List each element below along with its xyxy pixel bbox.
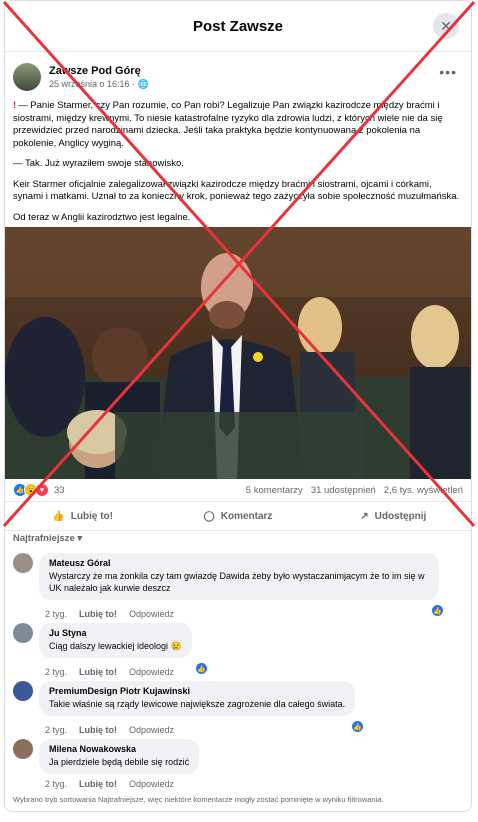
dialog-header: Post Zawsze ✕: [5, 1, 471, 52]
close-icon[interactable]: ✕: [433, 13, 459, 39]
comment-actions: 2 tyg. Lubię to! Odpowiedz: [45, 667, 174, 677]
commenter-name[interactable]: PremiumDesign Piotr Kujawinski: [49, 686, 345, 696]
comment-like-icon: 👍: [431, 604, 444, 617]
comment-like-button[interactable]: Lubię to!: [79, 667, 117, 677]
post-dialog: Post Zawsze ✕ Zawsze Pod Górę 25 wrześni…: [4, 0, 472, 812]
avatar[interactable]: [13, 623, 33, 643]
share-count[interactable]: 31 udostępnień: [311, 485, 376, 496]
author-name[interactable]: Zawsze Pod Górę: [49, 65, 149, 77]
comment-text: Wystarczy że ma żonkila czy tam gwiazdę …: [49, 571, 425, 593]
comment-bubble: Milena Nowakowska Ja pierdziele będą deb…: [39, 739, 200, 774]
comment-sort-dropdown[interactable]: Najtrafniejsze ▾: [13, 533, 82, 544]
post-body: ! — Panie Starmer, czy Pan rozumie, co Pa…: [5, 94, 471, 224]
post-paragraph: Od teraz w Anglii kazirodztwo jest legal…: [13, 211, 191, 223]
comment-actions: 2 tyg. Lubię to! Odpowiedz: [45, 609, 174, 619]
love-reaction-icon: ♥: [35, 483, 49, 497]
avatar[interactable]: [13, 739, 33, 759]
comment: Milena Nowakowska Ja pierdziele będą deb…: [13, 739, 200, 774]
comment-like-button[interactable]: Lubię to!: [79, 779, 117, 789]
post-header: Zawsze Pod Górę 25 września o 16:16 · 🌐 …: [5, 52, 471, 94]
reaction-summary: 👍 😮 ♥ 33 5 komentarzy 31 udostępnień 2,6…: [13, 483, 463, 497]
post-paragraph: — Tak. Już wyraziłem swoje stanowisko.: [13, 158, 184, 169]
comment-count[interactable]: 5 komentarzy: [246, 485, 303, 496]
comment-text: Takie właśnie są rządy lewicowe najwięks…: [49, 699, 346, 709]
post-photo[interactable]: [5, 227, 471, 479]
globe-icon: 🌐: [137, 78, 149, 89]
dialog-title: Post Zawsze: [192, 17, 284, 35]
reaction-count[interactable]: 33: [54, 485, 65, 496]
post-paragraph: ! — Panie Starmer, czy Pan rozumie, co Pa…: [13, 100, 443, 149]
share-icon: ↗: [360, 510, 369, 522]
comment: PremiumDesign Piotr Kujawinski Takie wła…: [13, 681, 356, 716]
share-button[interactable]: ↗ Udostępnij: [316, 502, 471, 530]
comment-like-icon: 👍: [351, 720, 364, 733]
comment: Ju Styna Ciąg dalszy lewackiej ideologi …: [13, 623, 192, 658]
comment-reply-button[interactable]: Odpowiedz: [129, 779, 174, 789]
comment-reply-button[interactable]: Odpowiedz: [129, 609, 174, 619]
author-avatar[interactable]: [13, 63, 41, 91]
commenter-name[interactable]: Mateusz Góral: [49, 558, 429, 568]
view-count: 2,6 tys. wyświetleń: [383, 484, 463, 496]
like-button[interactable]: 👍 Lubię to!: [5, 502, 160, 530]
thumbs-up-icon: 👍: [52, 510, 65, 522]
comment-text: Ciąg dalszy lewackiej ideologi 😢: [49, 641, 182, 651]
comment: Mateusz Góral Wystarczy że ma żonkila cz…: [13, 553, 439, 600]
commenter-name[interactable]: Milena Nowakowska: [49, 744, 189, 754]
comment-actions: 2 tyg. Lubię to! Odpowiedz: [45, 779, 174, 789]
sorting-note: Wybrano tryb sortowania Najtrafniejsze, …: [13, 795, 384, 804]
comment-icon: ◯: [203, 510, 215, 522]
post-paragraph: Keir Starmer oficjalnie zalegalizował zw…: [13, 178, 460, 203]
comment-bubble: PremiumDesign Piotr Kujawinski Takie wła…: [39, 681, 356, 716]
exclamation-icon: !: [13, 100, 17, 111]
more-options-icon[interactable]: •••: [439, 64, 457, 80]
comment-like-icon: 👍: [195, 662, 208, 675]
comment-button[interactable]: ◯ Komentarz: [160, 502, 315, 530]
post-actions: 👍 Lubię to! ◯ Komentarz ↗ Udostępnij: [5, 501, 471, 531]
comment-bubble: Ju Styna Ciąg dalszy lewackiej ideologi …: [39, 623, 192, 658]
comment-time[interactable]: 2 tyg.: [45, 609, 67, 619]
comment-text: Ja pierdziele będą debile się rodzić: [49, 757, 190, 767]
comment-bubble: Mateusz Góral Wystarczy że ma żonkila cz…: [39, 553, 439, 600]
comment-time[interactable]: 2 tyg.: [45, 779, 67, 789]
avatar[interactable]: [13, 681, 33, 701]
comment-time[interactable]: 2 tyg.: [45, 725, 67, 735]
avatar[interactable]: [13, 553, 33, 573]
comment-reply-button[interactable]: Odpowiedz: [129, 667, 174, 677]
comment-like-button[interactable]: Lubię to!: [79, 609, 117, 619]
comment-time[interactable]: 2 tyg.: [45, 667, 67, 677]
comment-actions: 2 tyg. Lubię to! Odpowiedz: [45, 725, 174, 735]
post-date[interactable]: 25 września o 16:16 · 🌐: [49, 79, 149, 90]
comment-like-button[interactable]: Lubię to!: [79, 725, 117, 735]
commenter-name[interactable]: Ju Styna: [49, 628, 182, 638]
comment-reply-button[interactable]: Odpowiedz: [129, 725, 174, 735]
